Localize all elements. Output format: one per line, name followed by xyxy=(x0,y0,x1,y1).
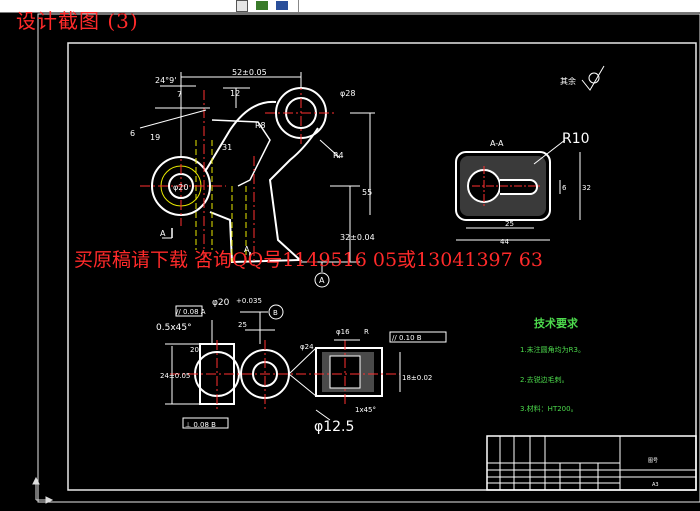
dim-55-label: 55 xyxy=(362,188,372,197)
section-radius: R10 xyxy=(562,131,590,147)
section-label: A-A xyxy=(490,139,504,148)
bottom-dim-24: 24±0.05 xyxy=(160,372,190,380)
tech-item-1: 1.未注圆角均为R3。 xyxy=(520,345,585,354)
right-dim-phi16: φ16 xyxy=(336,328,350,336)
bottom-dim-phi20: φ20 xyxy=(212,298,230,308)
tech-item-2: 2.去锐边毛刺。 xyxy=(520,375,569,384)
dim-19-label: 19 xyxy=(150,133,160,142)
tech-heading: 技术要求 xyxy=(534,316,579,330)
tech-item-3: 3.材料：HT200。 xyxy=(520,404,578,413)
dim-31-label: 31 xyxy=(222,143,232,152)
dim-7-label: 7 xyxy=(177,90,182,99)
datum-a-label: A xyxy=(319,276,325,285)
bottom-dim-phi12: φ12.5 xyxy=(314,419,354,435)
bottom-dim-25: 25 xyxy=(238,321,247,329)
title-block-cell-b: A3 xyxy=(652,482,659,488)
bottom-chamfer1: 0.5x45° xyxy=(156,323,192,333)
window-title: 设计截图 (3) xyxy=(16,9,139,33)
right-tolerance: // 0.10 B xyxy=(392,334,422,342)
surface-note: 其余 xyxy=(560,65,605,91)
watermark-text: 买原稿请下载 咨询QQ号1149516 05或13041397 63 xyxy=(74,249,543,271)
dim-12-label: 12 xyxy=(230,89,240,98)
bottom-dim-tol: +0.035 xyxy=(236,297,262,305)
dim-phi28-label: φ28 xyxy=(340,89,355,98)
dim-32-label: 32±0.04 xyxy=(340,233,375,242)
dim-r4-label: R4 xyxy=(333,151,344,160)
section-arrow-left: A xyxy=(160,229,166,238)
ucs-icon xyxy=(32,476,54,504)
section-dim-25: 25 xyxy=(505,220,514,228)
right-dim-r: R xyxy=(364,328,369,336)
bottom-dim-20: 20 xyxy=(190,346,199,354)
dim-phi20-label: φ20 xyxy=(173,183,188,192)
dim-angle-label: 24°9' xyxy=(155,76,176,85)
bottom-dim-phi24: φ24 xyxy=(300,343,314,351)
title-block xyxy=(486,435,697,491)
bottom-chamfer2: 1x45° xyxy=(355,406,376,414)
section-dim-32: 32 xyxy=(582,184,591,192)
dim-top-label: 52±0.05 xyxy=(232,68,267,77)
bottom-view xyxy=(165,304,447,429)
dim-6-label: 6 xyxy=(130,129,135,138)
surface-note-text: 其余 xyxy=(560,76,576,86)
bottom-datum-b: B xyxy=(273,309,278,317)
section-dim-6: 6 xyxy=(562,184,567,192)
title-block-cell-a: 图号 xyxy=(648,458,658,464)
bottom-tolerance-bottom: ⊥ 0.08 B xyxy=(185,421,216,429)
dim-r8-label: R8 xyxy=(255,121,266,130)
bottom-tolerance-left: // 0.08 A xyxy=(176,308,206,316)
right-dim-18: 18±0.02 xyxy=(402,374,432,382)
